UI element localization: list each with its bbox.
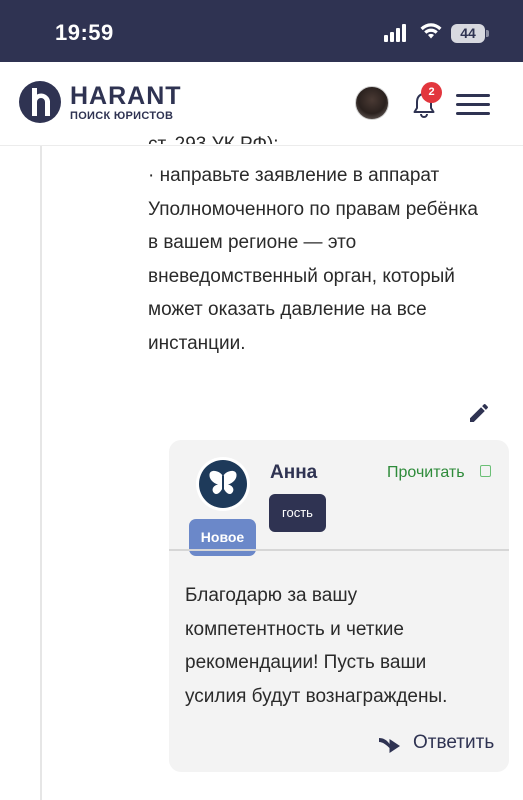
mark-read-checkbox[interactable] — [480, 465, 491, 477]
mark-read-button[interactable]: Прочитать — [387, 464, 465, 482]
comment-text: Благодарю за вашу компетентность и четки… — [185, 585, 448, 707]
answer-cut-line: ст. 293 УК РФ); — [148, 128, 488, 144]
comment-author: Анна — [270, 462, 318, 483]
pencil-icon[interactable] — [467, 401, 491, 425]
comment-divider — [169, 549, 509, 551]
user-avatar[interactable] — [355, 86, 389, 120]
comment-avatar — [196, 457, 250, 511]
logo-title[interactable]: HARANT — [70, 82, 182, 111]
status-time: 19:59 — [55, 20, 114, 45]
notification-badge: 2 — [421, 82, 442, 103]
wifi-icon — [420, 23, 442, 39]
thread-line — [40, 146, 42, 800]
status-bar: 19:59 44 — [0, 0, 523, 62]
battery-tip — [486, 30, 489, 37]
logo-subtitle: ПОИСК ЮРИСТОВ — [70, 110, 174, 122]
battery-icon: 44 — [451, 24, 485, 43]
reply-arrow-icon[interactable] — [377, 732, 403, 754]
answer-text: ст. 293 УК РФ); · направьте заявление в … — [148, 128, 488, 361]
comment-role-badge: гость — [269, 494, 326, 532]
signal-icon — [384, 24, 410, 42]
menu-hamburger-icon[interactable] — [456, 94, 490, 116]
butterfly-icon — [209, 470, 237, 495]
answer-paragraph: · направьте заявление в аппарат Уполномо… — [148, 165, 478, 354]
reply-button[interactable]: Ответить — [413, 732, 494, 754]
harant-logo-icon[interactable] — [18, 80, 62, 124]
